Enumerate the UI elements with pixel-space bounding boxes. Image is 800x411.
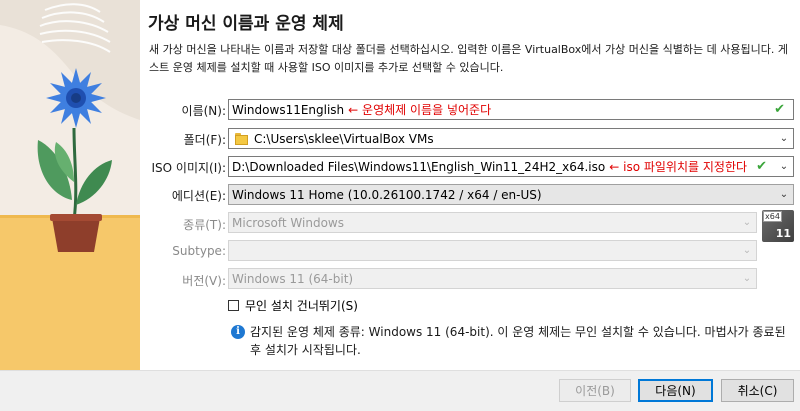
iso-value: D:\Downloaded Files\Windows11\English_Wi… [232,159,606,174]
back-button[interactable]: 이전(B) [559,379,631,402]
folder-label: 폴더(F): [183,133,226,147]
skip-unattended-checkbox[interactable]: 무인 설치 건너뛰기(S) [228,297,358,314]
iso-label: ISO 이미지(I): [151,161,226,175]
iso-combobox[interactable]: D:\Downloaded Files\Windows11\English_Wi… [228,156,794,177]
folder-icon [235,132,248,145]
name-input[interactable]: Windows11English ← 운영체제 이름을 넣어준다 ✔ [228,99,794,120]
folder-combobox[interactable]: C:\Users\sklee\VirtualBox VMs ⌄ [228,128,794,149]
edition-value: Windows 11 Home (10.0.26100.1742 / x64 /… [232,187,542,202]
name-annotation: ← 운영체제 이름을 넣어준다 [348,103,492,117]
chevron-down-icon[interactable]: ⌄ [775,129,793,148]
type-select[interactable]: Microsoft Windows ⌄ [228,212,757,233]
type-label: 종류(T): [183,218,226,232]
valid-check-icon: ✔ [774,102,785,117]
info-text: 감지된 운영 체제 종류: Windows 11 (64-bit). 이 운영 … [250,325,786,357]
cancel-button[interactable]: 취소(C) [721,379,794,402]
valid-check-icon: ✔ [756,159,767,174]
potted-flower-image [0,0,140,370]
subtype-select[interactable]: ⌄ [228,240,757,261]
page-title: 가상 머신 이름과 운영 체제 [148,14,344,34]
version-select[interactable]: Windows 11 (64-bit) ⌄ [228,268,757,289]
edition-select[interactable]: Windows 11 Home (10.0.26100.1742 / x64 /… [228,184,794,205]
wizard-illustration [0,0,140,370]
type-value: Microsoft Windows [232,215,344,230]
skip-unattended-label: 무인 설치 건너뛰기(S) [245,299,358,313]
version-value: Windows 11 (64-bit) [232,271,354,286]
next-button[interactable]: 다음(N) [638,379,713,402]
folder-value: C:\Users\sklee\VirtualBox VMs [254,131,434,146]
chevron-down-icon: ⌄ [742,273,752,284]
chevron-down-icon: ⌄ [742,245,752,256]
iso-annotation: ← iso 파일위치를 지정한다 [609,160,748,174]
name-value: Windows11English [232,102,345,117]
os-type-icon: x64 11 [762,210,794,242]
chevron-down-icon[interactable]: ⌄ [775,157,793,176]
edition-label: 에디션(E): [171,189,226,203]
name-label: 이름(N): [181,104,226,118]
info-icon: i [231,325,245,339]
chevron-down-icon: ⌄ [742,217,752,228]
version-label: 버전(V): [182,274,226,288]
os-version-number: 11 [775,227,791,240]
checkbox-box[interactable] [228,300,239,311]
subtype-label: Subtype: [172,244,226,258]
page-description: 새 가상 머신을 나타내는 이름과 저장할 대상 폴더를 선택하십시오. 입력한… [149,43,788,74]
chevron-down-icon: ⌄ [779,189,789,200]
os-arch-label: x64 [763,211,782,222]
os-detection-info: i 감지된 운영 체제 종류: Windows 11 (64-bit). 이 운… [231,323,791,359]
